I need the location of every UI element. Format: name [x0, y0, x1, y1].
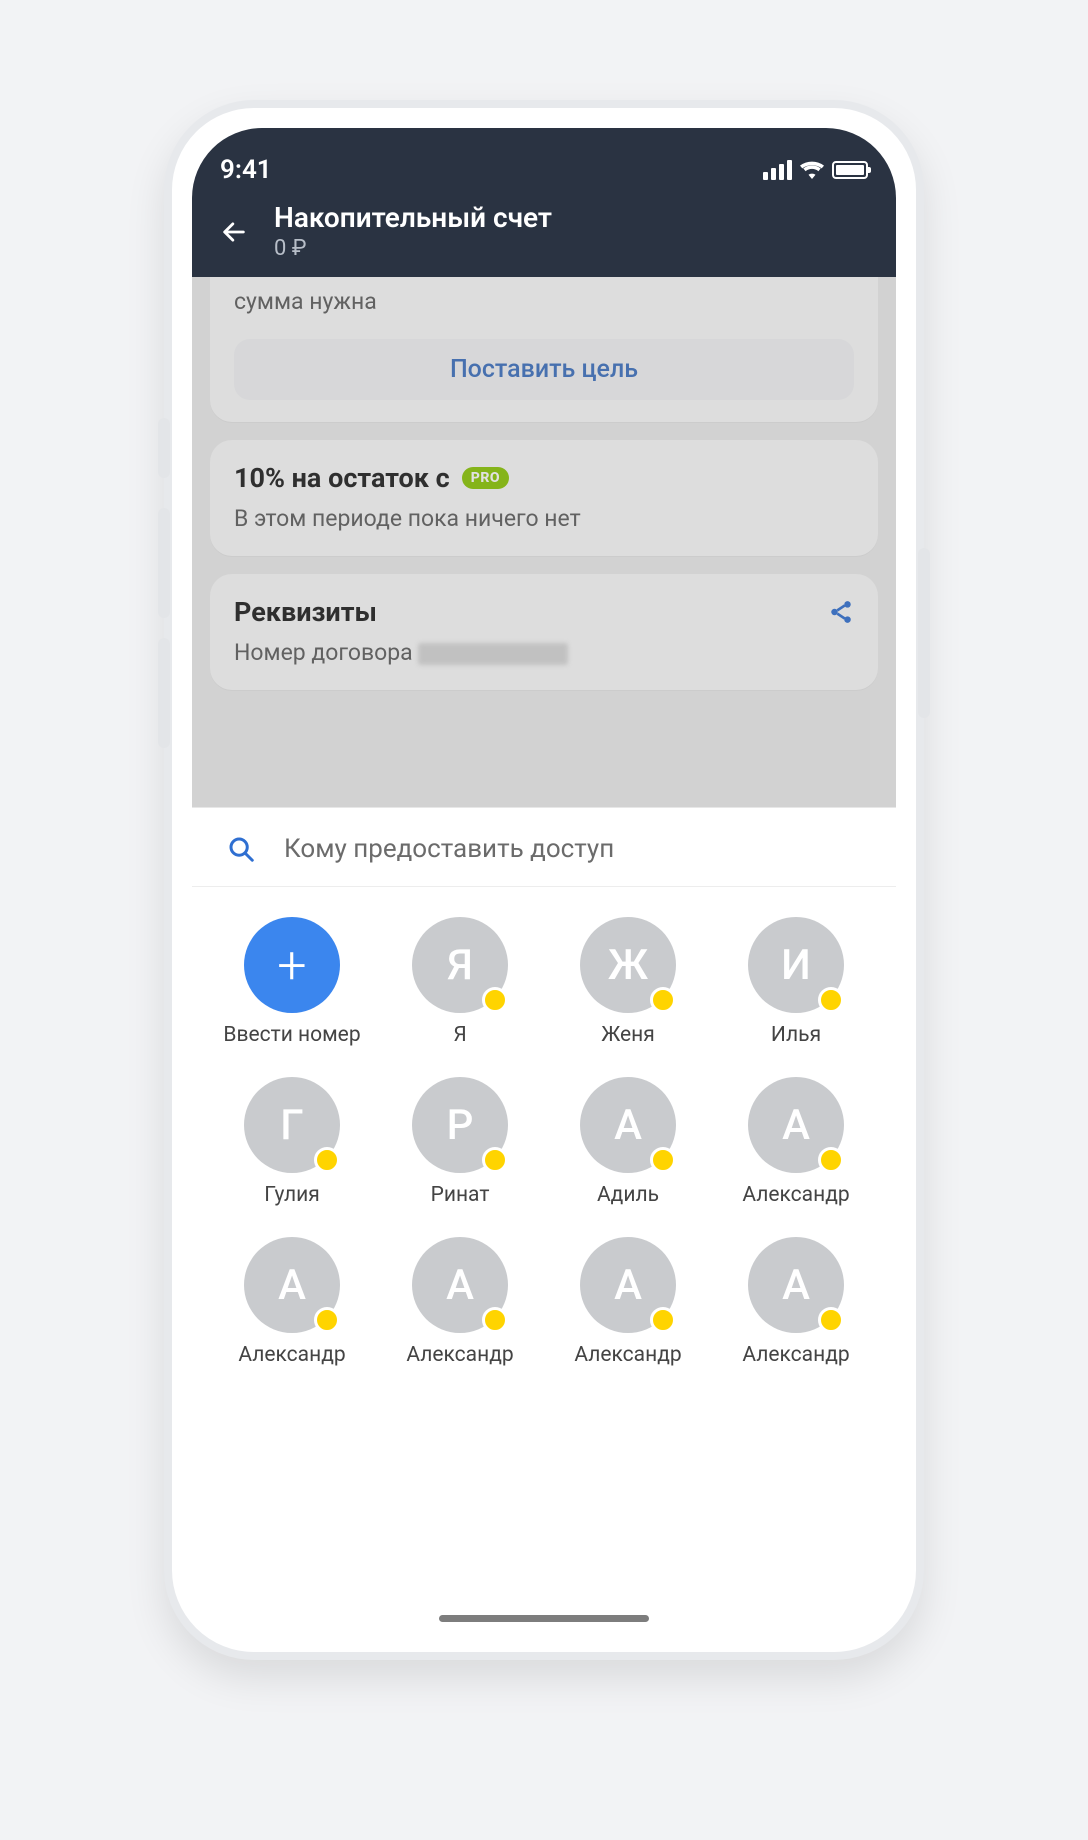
- side-button: [158, 508, 170, 618]
- background-content: сумма нужна Поставить цель 10% на остато…: [192, 277, 896, 807]
- contact-name: Гулия: [264, 1183, 320, 1207]
- contact-item[interactable]: А Александр: [210, 1237, 374, 1367]
- contract-number-blurred: [418, 643, 568, 665]
- contact-name: Ринат: [431, 1183, 490, 1207]
- plus-icon: +: [244, 917, 340, 1013]
- set-goal-button[interactable]: Поставить цель: [234, 339, 854, 400]
- contact-item[interactable]: А Адиль: [546, 1077, 710, 1207]
- contact-name: Александр: [238, 1343, 345, 1367]
- contact-name: Александр: [406, 1343, 513, 1367]
- home-indicator[interactable]: [439, 1615, 649, 1622]
- enter-number-button[interactable]: + Ввести номер: [210, 917, 374, 1047]
- status-dot: [482, 1307, 508, 1333]
- side-button: [918, 548, 930, 718]
- cellular-icon: [763, 160, 792, 180]
- avatar: Р: [412, 1077, 508, 1173]
- contact-name: Александр: [742, 1183, 849, 1207]
- wifi-icon: [800, 161, 824, 179]
- status-dot: [818, 987, 844, 1013]
- contact-item[interactable]: Р Ринат: [378, 1077, 542, 1207]
- share-icon[interactable]: [828, 599, 854, 625]
- contact-name: Александр: [742, 1343, 849, 1367]
- contract-label: Номер договора: [234, 639, 413, 666]
- status-dot: [650, 1147, 676, 1173]
- avatar: А: [748, 1237, 844, 1333]
- status-dot: [314, 1147, 340, 1173]
- contact-item[interactable]: И Илья: [714, 917, 878, 1047]
- requisites-title: Реквизиты: [234, 596, 377, 628]
- status-dot: [650, 987, 676, 1013]
- avatar: И: [748, 917, 844, 1013]
- status-bar: 9:41: [220, 150, 868, 190]
- phone-frame: 9:41 Накопительный счет 0 ₽: [164, 100, 924, 1660]
- page-title: Накопительный счет: [274, 202, 552, 234]
- status-time: 9:41: [220, 155, 272, 185]
- contact-item[interactable]: А Александр: [714, 1237, 878, 1367]
- avatar: А: [244, 1237, 340, 1333]
- contact-name: Илья: [771, 1023, 821, 1047]
- status-dot: [314, 1307, 340, 1333]
- share-access-sheet: Кому предоставить доступ + Ввести номер …: [192, 807, 896, 1367]
- avatar: Г: [244, 1077, 340, 1173]
- enter-number-label: Ввести номер: [223, 1023, 360, 1047]
- avatar: А: [580, 1077, 676, 1173]
- page-subtitle: 0 ₽: [274, 236, 552, 261]
- status-dot: [818, 1307, 844, 1333]
- promo-subtitle: В этом периоде пока ничего нет: [234, 504, 854, 534]
- contact-name: Александр: [574, 1343, 681, 1367]
- search-placeholder: Кому предоставить доступ: [284, 834, 614, 864]
- contact-item[interactable]: А Александр: [546, 1237, 710, 1367]
- search-icon: [226, 834, 256, 864]
- side-button: [158, 638, 170, 748]
- search-row[interactable]: Кому предоставить доступ: [192, 808, 896, 887]
- pro-badge: PRO: [462, 467, 509, 489]
- side-button: [158, 418, 170, 478]
- avatar: А: [748, 1077, 844, 1173]
- promo-title: 10% на остаток с PRO: [234, 462, 854, 494]
- contact-name: Я: [453, 1023, 466, 1047]
- goal-hint: сумма нужна: [234, 287, 854, 317]
- contact-item[interactable]: Г Гулия: [210, 1077, 374, 1207]
- contact-item[interactable]: А Александр: [714, 1077, 878, 1207]
- contact-item[interactable]: Ж Женя: [546, 917, 710, 1047]
- contact-item[interactable]: А Александр: [378, 1237, 542, 1367]
- contact-item[interactable]: ЯЯ: [378, 917, 542, 1047]
- promo-title-text: 10% на остаток с: [234, 462, 450, 494]
- status-dot: [650, 1307, 676, 1333]
- contract-row: Номер договора: [234, 638, 854, 668]
- contact-name: Адиль: [597, 1183, 659, 1207]
- battery-icon: [832, 161, 868, 179]
- avatar: Я: [412, 917, 508, 1013]
- avatar: А: [580, 1237, 676, 1333]
- status-dot: [482, 987, 508, 1013]
- status-dot: [818, 1147, 844, 1173]
- status-dot: [482, 1147, 508, 1173]
- avatar: А: [412, 1237, 508, 1333]
- back-icon[interactable]: [220, 218, 248, 246]
- avatar: Ж: [580, 917, 676, 1013]
- contact-name: Женя: [601, 1023, 655, 1047]
